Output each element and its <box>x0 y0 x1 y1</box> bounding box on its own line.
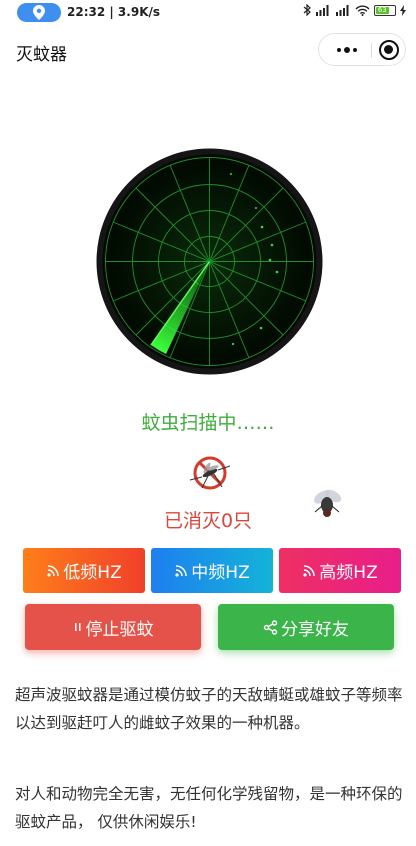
more-dots-icon[interactable] <box>331 34 363 65</box>
page-title: 灭蚊器 <box>16 45 67 65</box>
location-indicator <box>17 3 61 22</box>
kill-count-text: 已消灭0只 <box>163 510 253 532</box>
share-icon <box>263 619 278 635</box>
radar-scanner <box>96 148 323 375</box>
wifi-icon <box>355 5 370 16</box>
status-time: 22:32 | 3.9K/s <box>67 5 161 19</box>
location-icon <box>33 5 45 20</box>
battery-level: 63 <box>376 5 389 14</box>
mid-frequency-button[interactable]: 中频HZ <box>151 548 273 593</box>
bluetooth-icon <box>303 4 311 16</box>
status-icons: 63 <box>303 4 406 16</box>
mini-program-capsule <box>318 33 406 66</box>
battery-icon: 63 <box>374 4 396 16</box>
pause-icon <box>74 623 80 631</box>
stop-repel-button[interactable]: 停止驱蚊 <box>25 604 201 650</box>
signal-waves-icon <box>303 564 316 577</box>
low-frequency-label: 低频HZ <box>63 563 122 583</box>
mid-frequency-label: 中频HZ <box>191 563 250 583</box>
signal-waves-icon <box>47 564 60 577</box>
share-friends-label: 分享好友 <box>281 619 349 640</box>
signal-icon <box>316 4 329 16</box>
stop-repel-label: 停止驱蚊 <box>85 619 154 640</box>
disclaimer-paragraph: 对人和动物完全无害，无任何化学残留物，是一种环保的驱蚊产品， 仅供休闲娱乐! <box>15 785 403 831</box>
signal-icon <box>336 4 349 16</box>
status-bar: 22:32 | 3.9K/s 63 <box>0 0 416 26</box>
share-friends-button[interactable]: 分享好友 <box>218 604 394 650</box>
scan-status-text: 蚊虫扫描中…… <box>141 412 275 434</box>
no-mosquito-icon <box>189 456 231 490</box>
capsule-divider <box>371 43 372 58</box>
description-paragraph: 超声波驱蚊器是通过模仿蚊子的天敌蜻蜓或雄蚊子等频率以达到驱赶叮人的雌蚊子效果的一… <box>15 686 403 732</box>
signal-waves-icon <box>175 564 188 577</box>
low-frequency-button[interactable]: 低频HZ <box>23 548 145 593</box>
high-frequency-label: 高频HZ <box>319 563 378 583</box>
charging-icon <box>400 4 406 16</box>
mini-program-close-icon[interactable] <box>379 40 399 60</box>
high-frequency-button[interactable]: 高频HZ <box>279 548 401 593</box>
